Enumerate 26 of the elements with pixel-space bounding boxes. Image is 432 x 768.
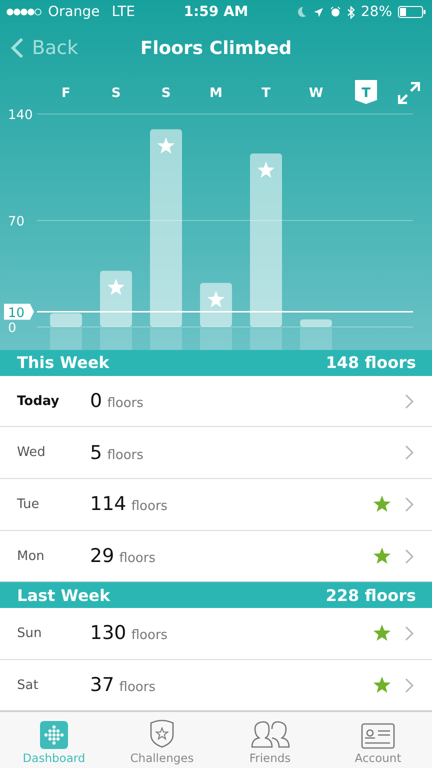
carrier-name: Orange xyxy=(48,4,100,20)
day-name: Mon xyxy=(17,548,46,564)
floor-count: 29 floors xyxy=(90,545,156,567)
section-title: This Week xyxy=(17,353,110,372)
floor-count: 114 floors xyxy=(90,493,169,516)
goal-marker: 10 xyxy=(4,304,34,321)
floor-count: 130 floors xyxy=(90,622,169,644)
screen-title: Floors Climbed xyxy=(140,38,292,58)
axis-label: 70 xyxy=(8,214,25,230)
day-name: Today xyxy=(17,394,60,409)
floor-count: 37 floors xyxy=(90,674,156,696)
battery-percent: 28% xyxy=(360,4,392,20)
section-title: Last Week xyxy=(17,586,110,605)
status-time: 1:59 AM xyxy=(184,4,248,20)
ref-line-label: 10 xyxy=(8,306,25,321)
section-total: 228 floors xyxy=(326,586,416,605)
section-total: 148 floors xyxy=(326,353,416,372)
day-name: Sat xyxy=(17,678,40,693)
floor-count: 5 floors xyxy=(90,442,144,464)
network-type: LTE xyxy=(112,4,136,20)
axis-label: 0 xyxy=(8,321,16,336)
floor-count: 0 floors xyxy=(90,390,144,412)
day-name: Wed xyxy=(17,445,46,460)
axis-label: 140 xyxy=(8,108,33,123)
day-name: Sun xyxy=(17,626,43,641)
day-name: Tue xyxy=(17,496,40,512)
